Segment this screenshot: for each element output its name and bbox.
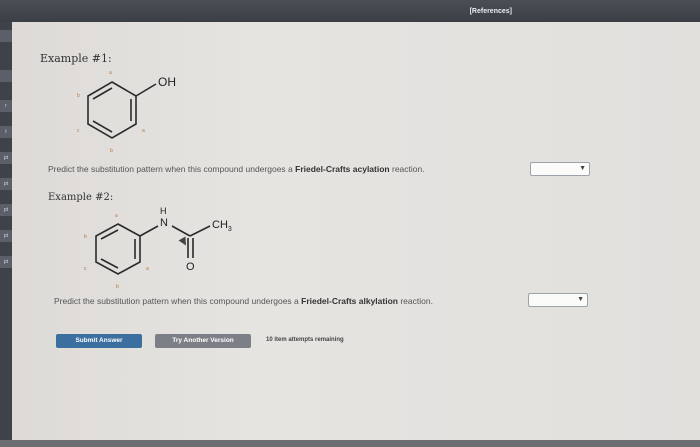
- sidebar-tab-8[interactable]: pt: [0, 230, 12, 242]
- position-label-a: a: [142, 128, 145, 134]
- sidebar-tab-6[interactable]: pt: [0, 178, 12, 190]
- try-another-version-button[interactable]: Try Another Version: [155, 334, 251, 348]
- left-sidebar: r t pt pt pt pt pt: [0, 22, 12, 440]
- c-c-bond: [189, 225, 211, 237]
- double-bond: [92, 120, 113, 133]
- sidebar-tab-7[interactable]: pt: [0, 204, 12, 216]
- sidebar-tab-3[interactable]: r: [0, 100, 12, 112]
- double-bond: [92, 87, 113, 100]
- benzene-ring: [95, 223, 141, 275]
- position-label-b: b: [77, 93, 80, 99]
- sidebar-tab-1[interactable]: [0, 30, 12, 42]
- question-2-text: Predict the substitution pattern when th…: [54, 296, 433, 306]
- phenol-structure: OH a b c b a: [77, 70, 176, 154]
- c-n-bond: [139, 225, 159, 237]
- methyl-group: CH3: [212, 219, 232, 233]
- oh-group: OH: [158, 75, 176, 89]
- position-label-a: a: [109, 70, 112, 76]
- benzene-ring: [87, 81, 137, 139]
- submit-answer-button[interactable]: Submit Answer: [56, 334, 142, 348]
- position-label-c: c: [77, 128, 80, 134]
- sidebar-tab-4[interactable]: t: [0, 126, 12, 138]
- answer-dropdown-1[interactable]: ▼: [530, 162, 590, 176]
- position-label-c: c: [84, 266, 87, 272]
- sidebar-tab-9[interactable]: pt: [0, 256, 12, 268]
- position-label-a: a: [115, 213, 118, 219]
- nitrogen-atom: N: [160, 217, 168, 229]
- reaction-name: Friedel-Crafts acylation: [295, 164, 390, 174]
- chevron-down-icon: ▼: [577, 296, 584, 303]
- references-link[interactable]: [References]: [470, 8, 512, 15]
- position-label-b: b: [110, 148, 113, 154]
- question-1-text: Predict the substitution pattern when th…: [48, 164, 425, 174]
- bottom-edge: [0, 440, 700, 447]
- sidebar-tab-5[interactable]: pt: [0, 152, 12, 164]
- sidebar-tab-2[interactable]: [0, 70, 12, 82]
- position-label-a: a: [146, 266, 149, 272]
- attempts-remaining: 10 item attempts remaining: [266, 337, 344, 343]
- hydrogen-atom: H: [160, 206, 167, 216]
- position-label-b: b: [84, 234, 87, 240]
- reaction-name: Friedel-Crafts alkylation: [301, 296, 398, 306]
- chevron-down-icon: ▼: [579, 165, 586, 172]
- c-o-bond: [135, 83, 157, 97]
- answer-dropdown-2[interactable]: ▼: [528, 293, 588, 307]
- n-c-bond: [171, 225, 191, 237]
- oxygen-atom: O: [186, 261, 195, 273]
- position-label-b: b: [116, 284, 119, 290]
- acetanilide-structure: N H O CH3 a b c b a: [84, 206, 232, 290]
- top-bar: [References]: [0, 0, 700, 22]
